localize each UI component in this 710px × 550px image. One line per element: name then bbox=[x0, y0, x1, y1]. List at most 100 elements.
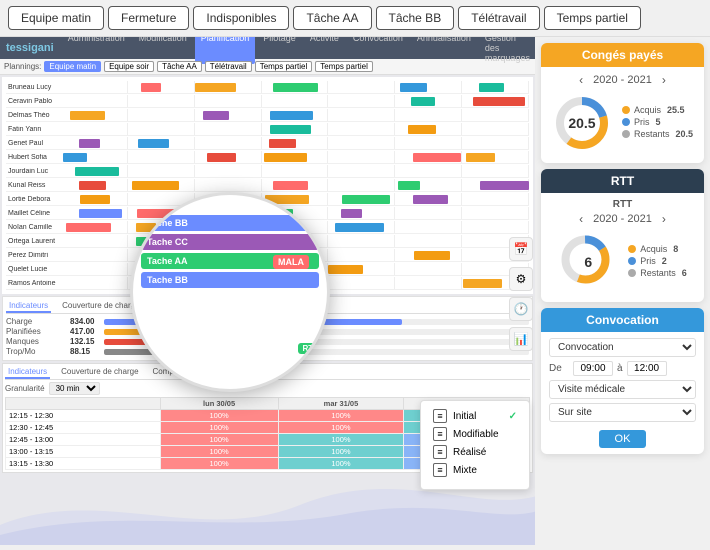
table-row: Fatin Yann bbox=[6, 123, 529, 136]
grid-cell bbox=[195, 109, 262, 121]
tag-fermeture[interactable]: Fermeture bbox=[108, 6, 189, 30]
toolbar-tag-5[interactable]: Temps partiel bbox=[315, 61, 373, 72]
nav-tab-convocation[interactable]: Convocation bbox=[347, 37, 409, 64]
time-de-input[interactable] bbox=[573, 361, 613, 376]
right-panel: Congés payés ‹ 2020 - 2021 › 20.5 bbox=[535, 37, 710, 545]
toolbar-tag-4[interactable]: Temps partiel bbox=[255, 61, 313, 72]
tag-tache-bb[interactable]: Tâche BB bbox=[376, 6, 455, 30]
grid-cell bbox=[462, 137, 529, 149]
a-label: à bbox=[617, 363, 623, 374]
rtt-acquis-label: Acquis bbox=[640, 244, 667, 254]
grid-cell bbox=[61, 193, 128, 205]
tag-teletravail[interactable]: Télétravail bbox=[458, 6, 539, 30]
grid-cell bbox=[128, 95, 195, 107]
grid-cell bbox=[61, 277, 128, 289]
chart-icon[interactable]: 📊 bbox=[509, 327, 533, 351]
grid-cell bbox=[195, 151, 262, 163]
toolbar-tag-3[interactable]: Télétravail bbox=[205, 61, 252, 72]
toolbar-tag-2[interactable]: Tâche AA bbox=[157, 61, 202, 72]
tag-tache-aa[interactable]: Tâche AA bbox=[293, 6, 371, 30]
toolbar-tag-0[interactable]: Equipe matin bbox=[44, 61, 101, 72]
grid-cell bbox=[395, 193, 462, 205]
grid-cells bbox=[61, 151, 529, 163]
rtt-prev-btn[interactable]: ‹ bbox=[577, 212, 585, 226]
restants-dot bbox=[622, 130, 630, 138]
time-a-input[interactable] bbox=[627, 361, 667, 376]
grid-cell bbox=[128, 137, 195, 149]
grid-cell bbox=[61, 123, 128, 135]
task-block bbox=[463, 279, 502, 288]
grid-cell bbox=[328, 193, 395, 205]
nav-tab-activité[interactable]: Activité bbox=[304, 37, 345, 64]
magnify-content: 17:00 18:00 Tache BBTache CCTache AATach… bbox=[133, 195, 327, 389]
task-block bbox=[264, 153, 307, 162]
site-select[interactable]: Sur site bbox=[549, 403, 696, 422]
grid-cell bbox=[61, 81, 128, 93]
magnify-task: Tache CC bbox=[141, 234, 319, 250]
grid-cells bbox=[61, 109, 529, 121]
legend-label: Mixte bbox=[453, 465, 517, 476]
rtt-pris-value: 2 bbox=[662, 256, 667, 266]
tag-temps-partiel[interactable]: Temps partiel bbox=[544, 6, 641, 30]
pris-label: Pris bbox=[634, 117, 650, 127]
nav-tab-gestion-des-marquages[interactable]: Gestion des marquages bbox=[479, 37, 535, 64]
conges-next-btn[interactable]: › bbox=[660, 73, 668, 87]
employee-name: Ceravin Pablo bbox=[6, 98, 61, 105]
grid-cell bbox=[128, 151, 195, 163]
rtt-year: 2020 - 2021 bbox=[593, 213, 652, 225]
nav-tab-modification[interactable]: Modification bbox=[133, 37, 193, 64]
nav-tab-administration[interactable]: Administration bbox=[62, 37, 131, 64]
grid-cell bbox=[395, 137, 462, 149]
table-row: Kunal Reiss bbox=[6, 179, 529, 192]
data-cell: 100% bbox=[160, 446, 278, 458]
grid-cell bbox=[328, 95, 395, 107]
bt-tab-indicateurs[interactable]: Indicateurs bbox=[5, 366, 50, 379]
tag-equipe-matin[interactable]: Equipe matin bbox=[8, 6, 104, 30]
task-block bbox=[79, 181, 106, 190]
legend-label: Modifiable bbox=[453, 429, 517, 440]
time-cell: 12:15 - 12:30 bbox=[6, 410, 161, 422]
grid-cell bbox=[128, 81, 195, 93]
restants-value: 20.5 bbox=[676, 129, 694, 139]
conges-header: Congés payés bbox=[541, 43, 704, 67]
task-block bbox=[75, 167, 119, 176]
grid-cell bbox=[328, 151, 395, 163]
indicator-value: 417.00 bbox=[70, 327, 100, 336]
grid-cell bbox=[262, 81, 329, 93]
clock-icon[interactable]: 🕐 bbox=[509, 297, 533, 321]
data-cell: 100% bbox=[160, 422, 278, 434]
task-block bbox=[342, 195, 390, 204]
rtt-restants-value: 6 bbox=[682, 268, 687, 278]
ok-button[interactable]: OK bbox=[599, 430, 647, 448]
ind-tab-indicateurs[interactable]: Indicateurs bbox=[6, 300, 51, 313]
granularity-select[interactable]: 30 min bbox=[49, 382, 100, 395]
visite-select[interactable]: Visite médicale bbox=[549, 380, 696, 399]
legend-label: Initial bbox=[453, 411, 503, 422]
grid-cells bbox=[61, 165, 529, 177]
grid-cell bbox=[328, 179, 395, 191]
gear-icon[interactable]: ⚙ bbox=[509, 267, 533, 291]
calendar-icon[interactable]: 📅 bbox=[509, 237, 533, 261]
data-cell: 100% bbox=[278, 446, 404, 458]
planning-area: tessigani AdministrationModificationPlan… bbox=[0, 37, 535, 545]
rtt-next-btn[interactable]: › bbox=[660, 212, 668, 226]
employee-name: Jourdain Luc bbox=[6, 168, 61, 175]
table-column-header: mar 31/05 bbox=[278, 398, 404, 410]
convocation-type-select[interactable]: Convocation Réunion Formation bbox=[549, 338, 696, 357]
convocation-header: Convocation bbox=[541, 308, 704, 332]
nav-tab-annualisation[interactable]: Annualisation bbox=[411, 37, 477, 64]
legend-icon: ≡ bbox=[433, 427, 447, 441]
toolbar-tag-1[interactable]: Equipe soir bbox=[104, 61, 154, 72]
conges-prev-btn[interactable]: ‹ bbox=[577, 73, 585, 87]
task-block bbox=[480, 181, 529, 190]
nav-tab-pilotage[interactable]: Pilotage bbox=[257, 37, 302, 64]
tag-indisponibles[interactable]: Indisponibles bbox=[193, 6, 289, 30]
grid-cell bbox=[395, 235, 462, 247]
grid-cell bbox=[262, 179, 329, 191]
grid-cell bbox=[395, 95, 462, 107]
task-block bbox=[63, 153, 88, 162]
grid-cell bbox=[395, 277, 462, 289]
nav-tab-planification[interactable]: Planification bbox=[195, 37, 256, 64]
employee-name: Ramos Antoine bbox=[6, 280, 61, 287]
bt-tab-couverture-de-charge[interactable]: Couverture de charge bbox=[58, 366, 141, 379]
